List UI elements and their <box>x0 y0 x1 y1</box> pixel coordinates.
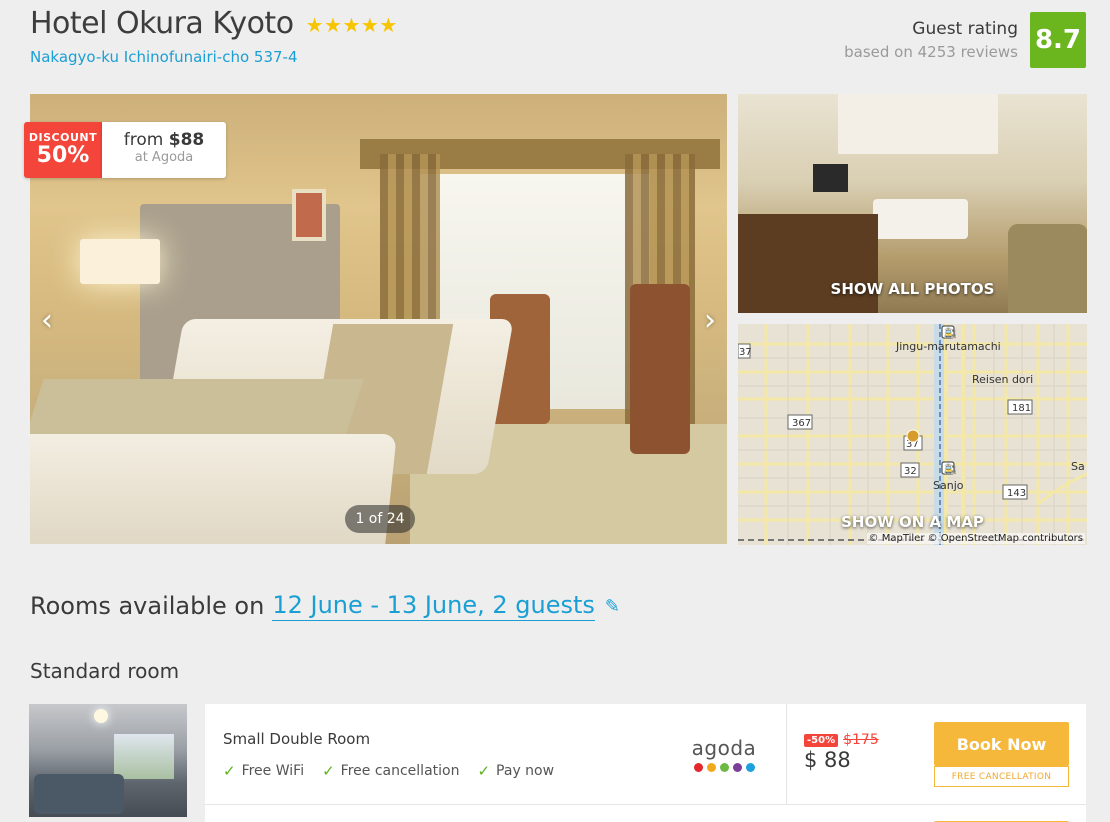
chevron-right-icon[interactable]: › <box>695 300 725 340</box>
map-shield-181: 181 <box>1012 403 1031 414</box>
map-shield-143: 143 <box>1007 488 1026 499</box>
map-label-sa: Sa <box>1071 460 1085 473</box>
price-amount: $88 <box>168 130 205 150</box>
feature-item: ✓ Free WiFi <box>223 762 305 780</box>
free-cancellation-tag: FREE CANCELLATION <box>934 766 1069 787</box>
rooms-heading-prefix: Rooms available on <box>30 592 265 621</box>
map-label-sanjo: Sanjo <box>933 479 964 492</box>
map-label-reisen: Reisen dori <box>972 373 1033 386</box>
hotel-address-link[interactable]: Nakagyo-ku Ichinofunairi-cho 537-4 <box>30 48 298 66</box>
review-count: based on 4253 reviews <box>844 43 1018 61</box>
check-icon: ✓ <box>477 762 491 780</box>
map-shield-367: 367 <box>792 418 811 429</box>
rating-score-badge: 8.7 <box>1030 12 1086 68</box>
check-icon: ✓ <box>223 762 236 780</box>
room-name: Small Double Room <box>223 730 371 748</box>
map-shield-37-left: 37 <box>739 347 752 358</box>
pencil-icon[interactable]: ✎ <box>605 596 620 617</box>
book-now-button[interactable]: Book Now <box>934 722 1069 766</box>
map-tile[interactable]: 🚉 🚉 Jingu-marutamachi Reisen dori Sanjo … <box>738 324 1087 545</box>
map-shield-32: 32 <box>904 466 917 477</box>
star-icon: ★ <box>360 12 379 37</box>
hotel-name: Hotel Okura Kyoto <box>30 6 294 41</box>
current-price: $ 88 <box>804 748 851 772</box>
feature-item: ✓ Free cancellation <box>322 762 460 780</box>
svg-text:🚉: 🚉 <box>944 326 956 339</box>
star-icon: ★ <box>324 12 342 37</box>
map-graphic: 🚉 🚉 Jingu-marutamachi Reisen dori Sanjo … <box>738 324 1087 545</box>
room-type-heading: Standard room <box>30 659 180 683</box>
rooms-heading: Rooms available on 12 June - 13 June, 2 … <box>30 591 620 621</box>
show-all-photos-label: SHOW ALL PHOTOS <box>830 280 995 298</box>
room-features: ✓ Free WiFi ✓ Free cancellation ✓ Pay now <box>223 762 554 780</box>
provider-logo: agoda <box>690 738 758 772</box>
discount-value: 50% <box>36 143 90 168</box>
price-discount-line: -50% $175 <box>804 732 879 748</box>
star-icon: ★ <box>379 12 397 37</box>
star-rating: ★ ★ ★ ★ ★ <box>305 12 398 37</box>
rooms-dates-link[interactable]: 12 June - 13 June, 2 guests <box>272 591 595 621</box>
provider-name: agoda <box>691 736 757 760</box>
feature-item: ✓ Pay now <box>477 762 555 780</box>
discount-percent-badge: -50% <box>804 733 839 747</box>
price-tag[interactable]: from $88 at Agoda <box>102 122 226 178</box>
price-prefix: from <box>123 130 169 150</box>
hotel-location-pin-icon <box>906 429 920 443</box>
map-attribution[interactable]: © MapTiler © OpenStreetMap contributors <box>866 533 1085 544</box>
discount-badge: DISCOUNT 50% <box>24 122 102 178</box>
show-on-map-label: SHOW ON A MAP <box>841 513 984 531</box>
room-offer-card: Small Double Room ✓ Free WiFi ✓ Free cance… <box>205 704 1086 822</box>
map-label-jingu: Jingu-marutamachi <box>895 340 1001 353</box>
svg-text:🚉: 🚉 <box>944 462 956 475</box>
check-icon: ✓ <box>322 762 335 780</box>
star-icon: ★ <box>305 12 324 37</box>
price-source: at Agoda <box>134 150 194 165</box>
star-icon: ★ <box>342 12 360 37</box>
photo-counter: 1 of 24 <box>345 505 415 533</box>
room-thumbnail[interactable] <box>29 704 187 817</box>
guest-rating: Guest rating based on 4253 reviews 8.7 <box>844 12 1086 68</box>
hotel-title: Hotel Okura Kyoto ★ ★ ★ ★ ★ <box>30 6 397 41</box>
old-price: $175 <box>843 732 879 748</box>
chevron-left-icon[interactable]: ‹ <box>32 300 62 340</box>
rating-label: Guest rating <box>912 19 1018 39</box>
show-all-photos-tile[interactable]: SHOW ALL PHOTOS <box>738 94 1087 313</box>
